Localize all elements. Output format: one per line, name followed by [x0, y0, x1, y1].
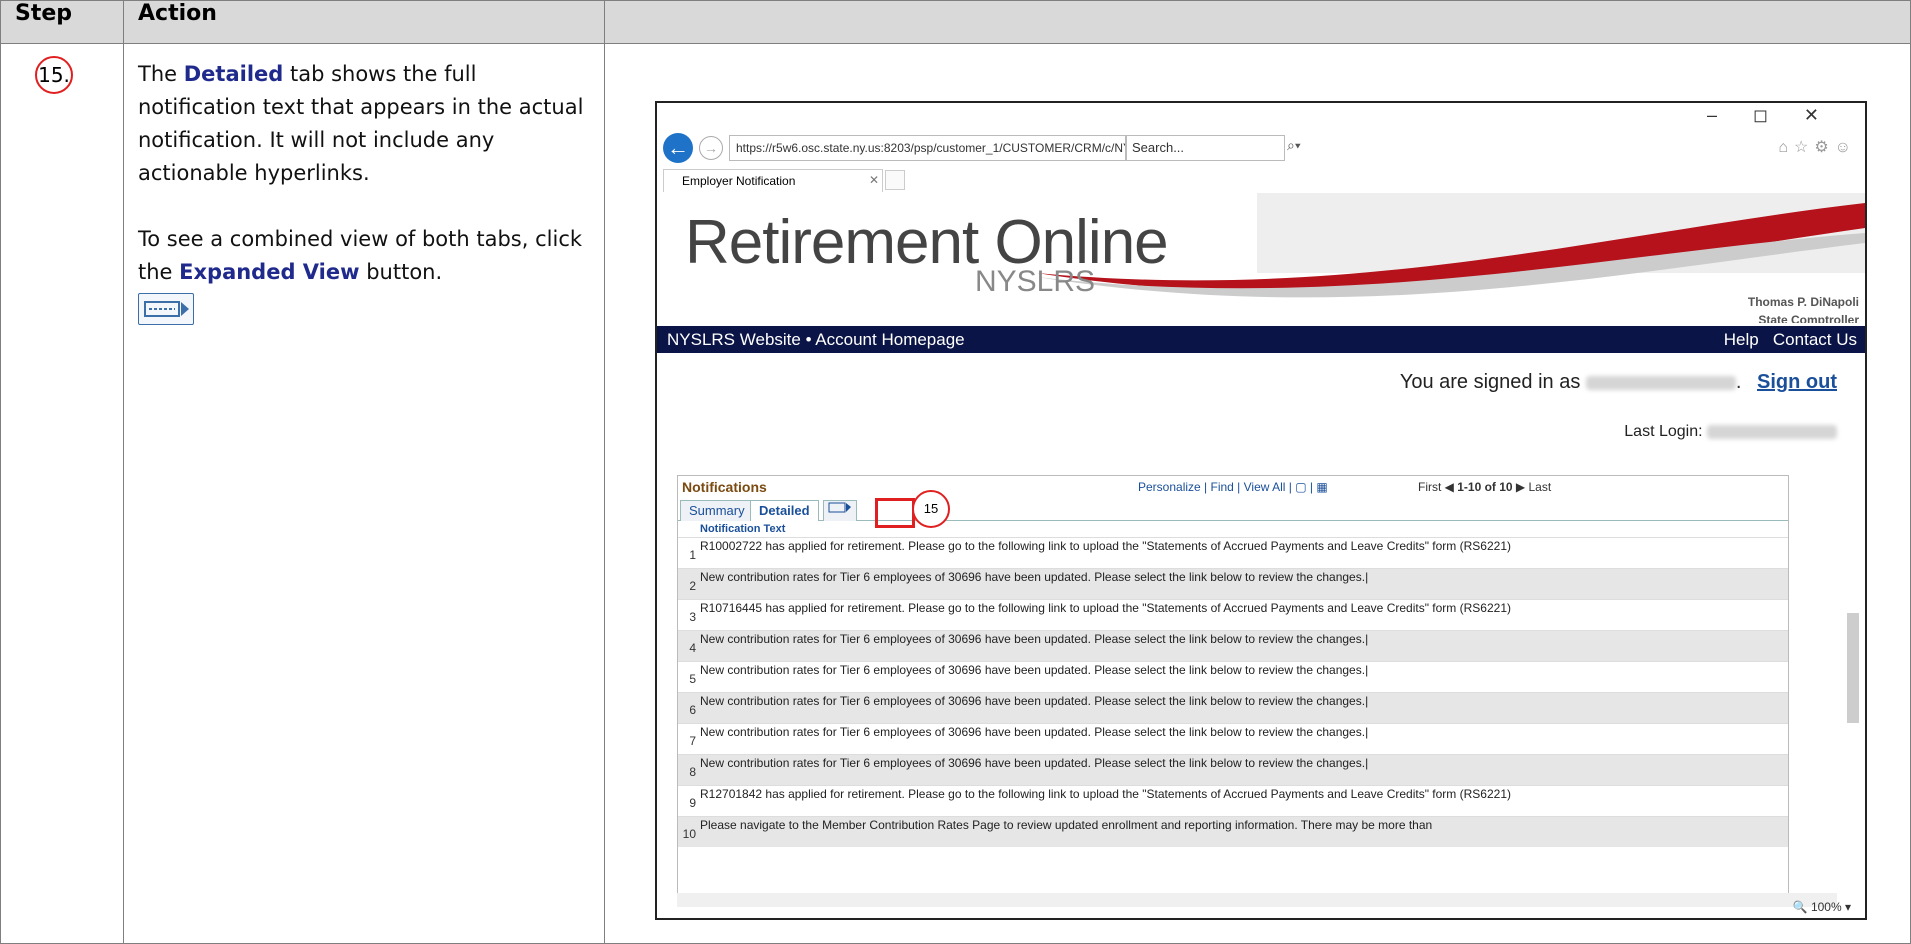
table-row: 6 New contribution rates for Tier 6 emplo… — [678, 692, 1788, 723]
last-login: Last Login: — [1624, 423, 1837, 441]
callout-number: 15 — [912, 490, 950, 528]
notification-text: New contribution rates for Tier 6 employ… — [700, 756, 1369, 770]
table-row: 8 New contribution rates for Tier 6 emplo… — [678, 754, 1788, 785]
notification-text: New contribution rates for Tier 6 employ… — [700, 725, 1369, 739]
notification-text: New contribution rates for Tier 6 employ… — [700, 694, 1369, 708]
instruction-text: The Detailed tab shows the full notifica… — [124, 44, 604, 325]
vertical-scrollbar[interactable] — [1847, 613, 1859, 723]
horizontal-scrollbar[interactable] — [677, 893, 1837, 907]
step-header: Step — [0, 0, 124, 44]
search-icon[interactable]: ⌕▾ — [1287, 137, 1301, 154]
table-row: 9 R12701842 has applied for retirement. P… — [678, 785, 1788, 816]
notification-text: Please navigate to the Member Contributi… — [700, 818, 1433, 832]
site-nav: NYSLRS Website • Account Homepage Help C… — [657, 326, 1865, 353]
row-number: 3 — [689, 610, 696, 624]
highlight-box — [875, 498, 915, 528]
tab-summary[interactable]: Summary — [680, 500, 754, 521]
tab-detailed[interactable]: Detailed — [750, 500, 819, 521]
forward-arrow-icon[interactable]: → — [699, 136, 723, 160]
new-tab-icon[interactable] — [885, 170, 905, 190]
site-banner: Retirement Online NYSLRS Thomas P. DiNap… — [657, 193, 1865, 323]
browser-toolbar: –◻✕ ← → https://r5w6.osc.state.ny.us:820… — [657, 103, 1865, 192]
nyslrs-logo: NYSLRS — [975, 265, 1096, 298]
table-row: 3 R10716445 has applied for retirement. P… — [678, 599, 1788, 630]
row-number: 7 — [689, 734, 696, 748]
close-tab-icon[interactable]: ✕ — [869, 173, 879, 187]
screenshot-header — [604, 0, 1911, 44]
step-number: 15. — [35, 56, 73, 94]
table-row: 5 New contribution rates for Tier 6 emplo… — [678, 661, 1788, 692]
notification-text: R12701842 has applied for retirement. Pl… — [700, 787, 1511, 801]
search-input[interactable]: Search... — [1125, 135, 1285, 161]
expanded-view-button[interactable] — [823, 500, 857, 521]
address-bar[interactable]: https://r5w6.osc.state.ny.us:8203/psp/cu… — [729, 135, 1127, 161]
expanded-view-icon — [138, 293, 194, 325]
nav-links[interactable]: NYSLRS Website • Account Homepage — [667, 326, 965, 353]
row-number: 2 — [689, 579, 696, 593]
table-row: 7 New contribution rates for Tier 6 emplo… — [678, 723, 1788, 754]
signed-in-status: You are signed in as . Sign out — [1399, 371, 1837, 393]
browser-screenshot: –◻✕ ← → https://r5w6.osc.state.ny.us:820… — [655, 101, 1867, 920]
nav-contact[interactable]: Contact Us — [1773, 330, 1857, 349]
sign-out-link[interactable]: Sign out — [1757, 371, 1837, 393]
row-number: 8 — [689, 765, 696, 779]
grid-links[interactable]: Personalize | Find | View All | ▢ | ▦ — [1138, 480, 1328, 494]
back-arrow-icon[interactable]: ← — [663, 133, 693, 163]
table-row: 1 R10002722 has applied for retirement. P… — [678, 537, 1788, 568]
notification-text: New contribution rates for Tier 6 employ… — [700, 632, 1369, 646]
row-number: 10 — [682, 827, 696, 841]
nav-help[interactable]: Help — [1724, 330, 1759, 349]
table-row: 10 Please navigate to the Member Contribu… — [678, 816, 1788, 847]
row-number: 5 — [689, 672, 696, 686]
row-number: 1 — [689, 548, 696, 562]
zoom-level[interactable]: 🔍 100% ▾ — [1793, 900, 1851, 914]
notification-text: R10716445 has applied for retirement. Pl… — [700, 601, 1511, 615]
notification-text: New contribution rates for Tier 6 employ… — [700, 663, 1369, 677]
grid-pagination[interactable]: First ◀ 1-10 of 10 ▶ Last — [1418, 480, 1551, 494]
notification-text: New contribution rates for Tier 6 employ… — [700, 570, 1369, 584]
redacted-user — [1585, 375, 1736, 390]
window-controls[interactable]: –◻✕ — [1707, 105, 1855, 126]
row-number: 6 — [689, 703, 696, 717]
row-number: 9 — [689, 796, 696, 810]
site-logo: Retirement Online — [685, 208, 1169, 277]
browser-tab[interactable]: Employer Notification — [663, 169, 883, 192]
action-cell: The Detailed tab shows the full notifica… — [123, 43, 605, 944]
step-cell: 15. — [0, 43, 124, 944]
action-header: Action — [123, 0, 605, 44]
row-number: 4 — [689, 641, 696, 655]
redacted-date — [1707, 424, 1837, 439]
comptroller-label: Thomas P. DiNapoli State Comptroller — [1747, 295, 1859, 323]
notification-text: R10002722 has applied for retirement. Pl… — [700, 539, 1511, 553]
grid-title: Notifications — [682, 479, 767, 495]
table-row: 4 New contribution rates for Tier 6 emplo… — [678, 630, 1788, 661]
toolbar-icons[interactable]: ⌂☆⚙☺ — [1778, 137, 1857, 157]
notifications-grid: Notifications Personalize | Find | View … — [677, 475, 1789, 907]
table-row: 2 New contribution rates for Tier 6 emplo… — [678, 568, 1788, 599]
column-header: Notification Text — [700, 523, 786, 535]
